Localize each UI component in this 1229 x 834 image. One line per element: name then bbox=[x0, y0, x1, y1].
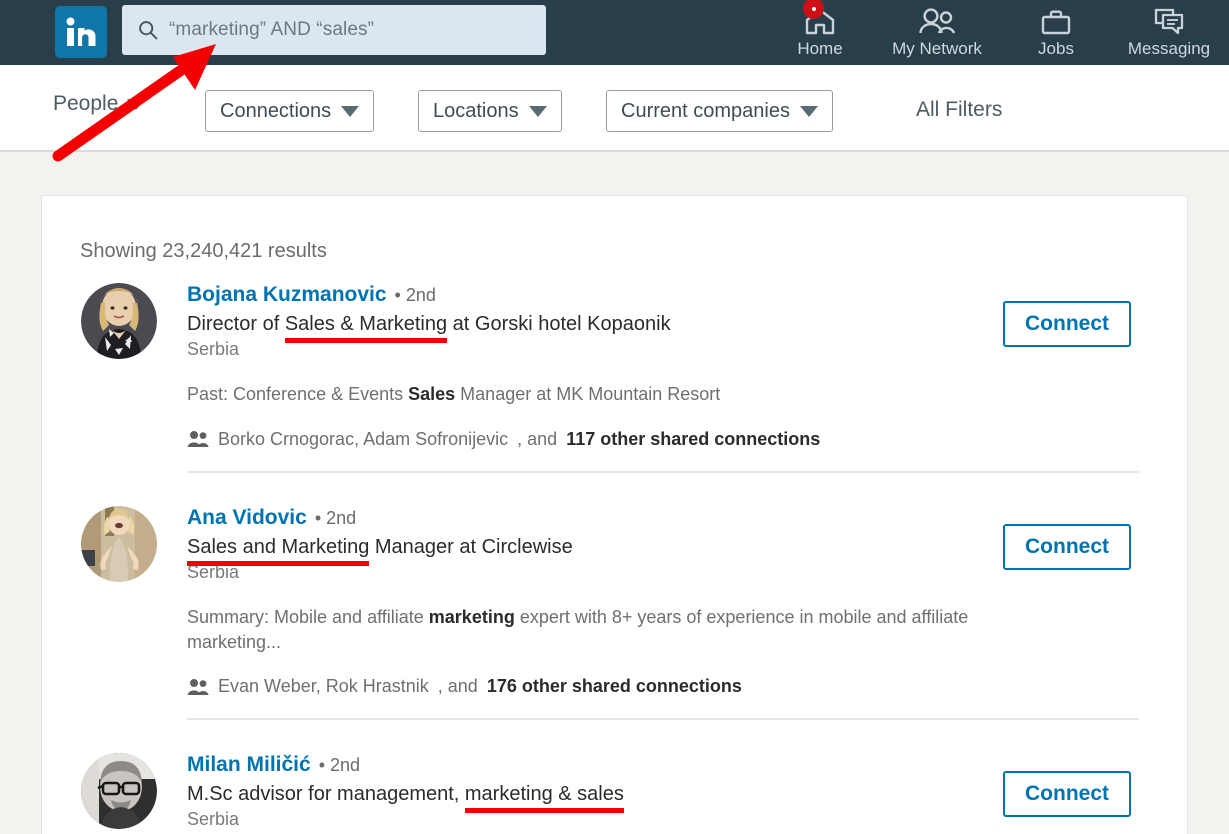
people-icon bbox=[187, 430, 209, 448]
result-headline-prefix: Director of bbox=[187, 313, 285, 335]
briefcase-icon bbox=[1040, 2, 1072, 36]
result-snippet: Past: Conference & Events Sales Manager … bbox=[187, 382, 987, 407]
connect-button[interactable]: Connect bbox=[1003, 301, 1131, 347]
nav-item-messaging[interactable]: Messaging bbox=[1109, 2, 1229, 59]
search-input[interactable]: “marketing” AND “sales” bbox=[122, 5, 546, 55]
result-body: Milan Miličić • 2nd M.Sc advisor for man… bbox=[187, 753, 1067, 830]
result-snippet-pre: Past: Conference & Events bbox=[187, 384, 409, 404]
result-headline-suffix: Manager at Circlewise bbox=[369, 536, 573, 558]
result-headline-highlight: marketing & sales bbox=[464, 783, 624, 805]
chevron-down-icon bbox=[799, 105, 818, 117]
result-name-line: Ana Vidovic • 2nd bbox=[187, 506, 1067, 530]
result-headline-highlight: Sales & Marketing bbox=[284, 313, 448, 335]
result-snippet-bold: Sales bbox=[408, 384, 456, 404]
result-name-link[interactable]: Bojana Kuzmanovic bbox=[187, 283, 387, 307]
result-name-line: Milan Miličić • 2nd bbox=[187, 753, 1067, 777]
avatar[interactable] bbox=[81, 506, 157, 582]
nav-item-my-network-label: My Network bbox=[892, 39, 982, 58]
result-headline: Director of Sales & Marketing at Gorski … bbox=[187, 313, 1067, 336]
chevron-down-icon bbox=[341, 105, 360, 117]
connect-button[interactable]: Connect bbox=[1003, 524, 1131, 570]
result-snippet-bold: marketing bbox=[428, 607, 515, 627]
home-icon bbox=[803, 0, 837, 36]
filter-pill-current-companies-label: Current companies bbox=[621, 99, 790, 122]
all-filters-button[interactable]: All Filters bbox=[916, 98, 1002, 122]
result-body: Ana Vidovic • 2nd Sales and Marketing Ma… bbox=[187, 506, 1067, 697]
avatar[interactable] bbox=[81, 283, 157, 359]
result-name-line: Bojana Kuzmanovic • 2nd bbox=[187, 283, 1067, 307]
nav-item-home-label: Home bbox=[797, 39, 843, 58]
nav-item-messaging-label: Messaging bbox=[1127, 39, 1211, 58]
result-headline-prefix: M.Sc advisor for management, bbox=[187, 783, 465, 805]
connect-button[interactable]: Connect bbox=[1003, 771, 1131, 817]
search-results-card: Showing 23,240,421 results Bojana Kuzman… bbox=[41, 195, 1188, 834]
result-shared-count: 117 other shared connections bbox=[566, 428, 821, 449]
result-headline: M.Sc advisor for management, marketing &… bbox=[187, 783, 1067, 806]
primary-nav: Home My Network Jobs Messaging bbox=[760, 0, 1229, 65]
filter-pill-connections-label: Connections bbox=[220, 99, 332, 122]
result-shared-count: 176 other shared connections bbox=[486, 676, 742, 697]
result-snippet-post: Manager at MK Mountain Resort bbox=[455, 384, 721, 404]
result-name-link[interactable]: Milan Miličić bbox=[187, 753, 311, 777]
search-filter-bar: People Connections Locations Current com… bbox=[0, 65, 1229, 152]
result-shared-names: Evan Weber, Rok Hrastnik bbox=[218, 676, 429, 697]
result-shared-connections[interactable]: Borko Crnogorac, Adam Sofronijevic, and … bbox=[187, 429, 1067, 450]
result-snippet: Summary: Mobile and affiliate marketing … bbox=[187, 605, 987, 654]
chevron-down-icon bbox=[127, 98, 146, 110]
result-divider bbox=[187, 718, 1139, 720]
result-headline-highlight: Sales and Marketing bbox=[187, 536, 370, 558]
nav-item-jobs[interactable]: Jobs bbox=[996, 2, 1116, 59]
linkedin-logo-icon[interactable] bbox=[55, 6, 107, 58]
nav-item-jobs-label: Jobs bbox=[1038, 39, 1074, 58]
result-shared-names: Borko Crnogorac, Adam Sofronijevic bbox=[218, 428, 509, 449]
linkedin-search-results-page: “marketing” AND “sales” Home My Network … bbox=[0, 0, 1229, 834]
result-headline: Sales and Marketing Manager at Circlewis… bbox=[187, 536, 1067, 559]
filter-vertical-people-label: People bbox=[53, 92, 119, 115]
result-name-link[interactable]: Ana Vidovic bbox=[187, 506, 307, 530]
results-count: Showing 23,240,421 results bbox=[80, 240, 327, 262]
people-icon bbox=[917, 2, 957, 36]
result-degree: • 2nd bbox=[318, 755, 361, 775]
nav-item-home[interactable]: Home bbox=[760, 0, 880, 59]
filter-vertical-people[interactable]: People bbox=[53, 92, 146, 116]
result-shared-connections[interactable]: Evan Weber, Rok Hrastnik , and 176 other … bbox=[187, 676, 1067, 697]
people-icon bbox=[187, 678, 209, 696]
filter-pill-locations[interactable]: Locations bbox=[418, 90, 562, 132]
result-degree: • 2nd bbox=[314, 508, 357, 528]
messaging-icon bbox=[1153, 2, 1185, 36]
filter-pill-locations-label: Locations bbox=[433, 99, 519, 122]
filter-pill-current-companies[interactable]: Current companies bbox=[606, 90, 833, 132]
result-shared-sep: , and bbox=[517, 428, 558, 449]
chevron-down-icon bbox=[528, 105, 547, 117]
result-snippet-pre: Summary: Mobile and affiliate bbox=[187, 607, 429, 627]
filter-pill-connections[interactable]: Connections bbox=[205, 90, 375, 132]
result-body: Bojana Kuzmanovic • 2nd Director of Sale… bbox=[187, 283, 1067, 450]
search-input-value: “marketing” AND “sales” bbox=[169, 19, 375, 40]
global-header: “marketing” AND “sales” Home My Network … bbox=[0, 0, 1229, 65]
nav-item-my-network[interactable]: My Network bbox=[877, 2, 997, 59]
avatar[interactable] bbox=[81, 753, 157, 829]
result-divider bbox=[187, 471, 1139, 473]
result-shared-sep: , and bbox=[437, 676, 478, 697]
result-degree: • 2nd bbox=[394, 285, 436, 305]
search-icon bbox=[138, 20, 158, 40]
result-headline-suffix: at Gorski hotel Kopaonik bbox=[447, 313, 671, 335]
result-location: Serbia bbox=[187, 809, 240, 829]
